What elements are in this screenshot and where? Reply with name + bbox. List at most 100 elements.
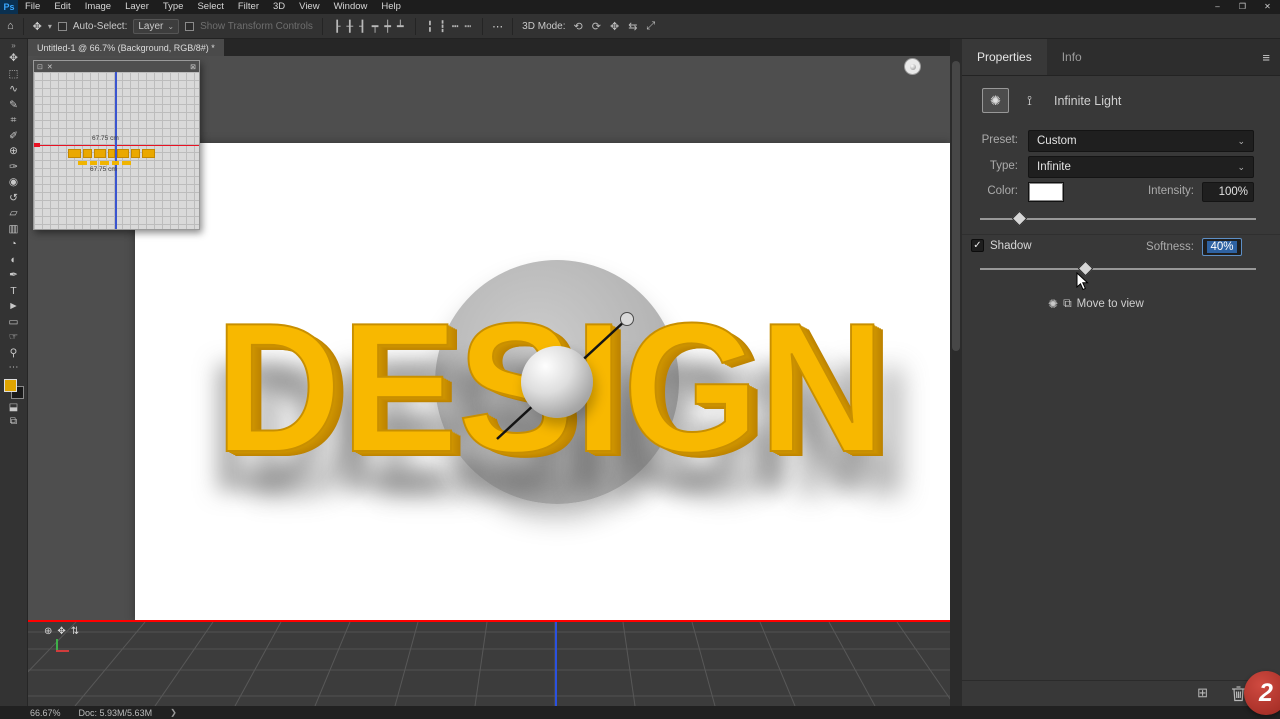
brush-tool[interactable]: ✑ — [2, 160, 26, 176]
intensity-slider[interactable] — [980, 218, 1256, 220]
more-options-icon[interactable]: ⋯ — [492, 20, 503, 33]
quick-mask-icon[interactable]: ⬓ — [2, 401, 26, 415]
type-tool[interactable]: T — [2, 284, 26, 300]
shape-tool[interactable]: ▭ — [2, 315, 26, 331]
menu-item[interactable]: View — [292, 0, 326, 14]
menu-item[interactable]: Window — [327, 0, 375, 14]
more-tools-icon[interactable]: ⋯ — [2, 361, 26, 375]
vertical-scrollbar[interactable] — [950, 39, 962, 706]
secondary-view-panel-icon[interactable]: ⊡ — [37, 63, 43, 71]
align-middle-icon[interactable]: ┿ — [382, 20, 393, 33]
light-widget-sphere[interactable] — [521, 346, 593, 418]
move-to-view-label: Move to view — [1077, 298, 1144, 310]
hand-tool[interactable]: ☞ — [2, 330, 26, 346]
ground-axis-widget[interactable]: ⊕ ✥ ⇅ — [44, 626, 79, 637]
screen-mode-icon[interactable]: ⧉ — [2, 415, 26, 429]
menu-item[interactable]: Type — [156, 0, 191, 14]
tab-info[interactable]: Info — [1047, 39, 1097, 75]
eraser-tool[interactable]: ▱ — [2, 206, 26, 222]
menu-item[interactable]: Select — [190, 0, 230, 14]
zoom-level-field[interactable]: 66.67% — [30, 708, 61, 718]
move-axis-icon[interactable]: ✥ — [57, 626, 65, 637]
intensity-slider-thumb[interactable] — [1012, 211, 1028, 227]
point-light-icon[interactable]: ⟟ — [1016, 88, 1043, 113]
clone-stamp-tool[interactable]: ◉ — [2, 175, 26, 191]
softness-value-field[interactable]: 40% — [1202, 238, 1242, 256]
zoom-tool[interactable]: ⚲ — [2, 346, 26, 362]
menu-item[interactable]: File — [18, 0, 47, 14]
menu-item[interactable]: 3D — [266, 0, 292, 14]
distribute-left-icon[interactable]: ┅ — [450, 20, 461, 33]
document-tab[interactable]: Untitled-1 @ 66.7% (Background, RGB/8#) … — [28, 39, 224, 56]
auto-select-checkbox[interactable] — [58, 22, 67, 31]
slide-3d-icon[interactable]: ⇆ — [626, 20, 639, 33]
panel-menu-icon[interactable]: ≡ — [1262, 50, 1280, 65]
home-icon[interactable]: ⌂ — [7, 20, 14, 32]
secondary-view-grid-icon[interactable]: ⊠ — [190, 63, 196, 71]
document-canvas[interactable]: DESIGN — [135, 143, 950, 621]
blur-tool[interactable]: ◔ — [2, 237, 26, 253]
healing-brush-tool[interactable]: ⊕ — [2, 144, 26, 160]
status-options-icon[interactable]: ❯ — [170, 708, 177, 717]
updown-axis-icon[interactable]: ⇅ — [71, 626, 79, 637]
align-bottom-icon[interactable]: ┷ — [395, 20, 406, 33]
minimap-measurement-bottom: 67.75 cm — [90, 166, 117, 173]
toolbar-collapse-icon[interactable]: » — [11, 40, 15, 51]
globe-icon[interactable]: ⊕ — [44, 626, 52, 637]
move-tool[interactable]: ✥ — [2, 51, 26, 67]
softness-slider[interactable] — [980, 268, 1256, 270]
align-top-icon[interactable]: ┯ — [370, 20, 381, 33]
foreground-color-swatch[interactable] — [4, 379, 17, 392]
roll-3d-icon[interactable]: ⟳ — [590, 20, 603, 33]
menu-item[interactable]: Image — [78, 0, 118, 14]
crop-tool[interactable]: ⌗ — [2, 113, 26, 129]
path-selection-tool[interactable]: ► — [2, 299, 26, 315]
scale-3d-icon[interactable]: ⤢ — [644, 20, 657, 33]
dodge-tool[interactable]: ◐ — [2, 253, 26, 269]
type-dropdown[interactable]: Infinite ⌄ — [1028, 156, 1254, 178]
align-right-icon[interactable]: ┨ — [357, 20, 368, 33]
gradient-tool[interactable]: ▥ — [2, 222, 26, 238]
pen-tool[interactable]: ✒ — [2, 268, 26, 284]
orbit-3d-icon[interactable]: ⟲ — [572, 20, 585, 33]
close-button[interactable]: ✕ — [1255, 0, 1280, 14]
lasso-tool[interactable]: ∿ — [2, 82, 26, 98]
scrollbar-thumb[interactable] — [952, 61, 960, 351]
preset-dropdown[interactable]: Custom ⌄ — [1028, 130, 1254, 152]
align-center-h-icon[interactable]: ╂ — [345, 20, 356, 33]
shadow-checkbox[interactable]: ✓ — [971, 239, 984, 252]
auto-select-dropdown[interactable]: Layer ⌄ — [133, 19, 179, 34]
minimap-red-tick — [34, 143, 40, 147]
infinite-light-icon[interactable]: ✺ — [982, 88, 1009, 113]
tool-preset-caret-icon[interactable]: ▾ — [48, 22, 52, 31]
panel-title: Infinite Light — [1054, 94, 1121, 108]
add-to-library-icon[interactable]: ⊞ — [1197, 685, 1208, 701]
light-color-swatch[interactable] — [1028, 182, 1064, 202]
secondary-view-header[interactable]: ⊡ ✕ ⊠ — [34, 61, 199, 72]
history-brush-tool[interactable]: ↺ — [2, 191, 26, 207]
intensity-label: Intensity: — [1138, 185, 1194, 197]
quick-selection-tool[interactable]: ✎ — [2, 98, 26, 114]
color-swatches[interactable] — [4, 379, 24, 399]
marquee-tool[interactable]: ⬚ — [2, 67, 26, 83]
move-to-view-button[interactable]: ✺ ⧉ Move to view — [1048, 296, 1144, 311]
distribute-vertical-icon[interactable]: ╏ — [425, 20, 436, 33]
menu-item[interactable]: Layer — [118, 0, 156, 14]
move-tool-icon[interactable]: ✥ — [33, 20, 42, 33]
align-left-icon[interactable]: ┠ — [332, 20, 343, 33]
distribute-horizontal-icon[interactable]: ┇ — [437, 20, 448, 33]
distribute-top-icon[interactable]: ┉ — [463, 20, 474, 33]
canvas-viewport[interactable]: ⊡ ✕ ⊠ — [28, 56, 950, 706]
orbit-view-widget[interactable] — [904, 58, 921, 75]
drag-3d-icon[interactable]: ✥ — [608, 20, 621, 33]
minimize-button[interactable]: – — [1205, 0, 1230, 14]
intensity-value-field[interactable]: 100% — [1202, 182, 1254, 202]
show-transform-checkbox[interactable] — [185, 22, 194, 31]
tab-properties[interactable]: Properties — [962, 39, 1047, 75]
menu-item[interactable]: Help — [374, 0, 408, 14]
eyedropper-tool[interactable]: ✐ — [2, 129, 26, 145]
menu-item[interactable]: Filter — [231, 0, 266, 14]
maximize-button[interactable]: ❐ — [1230, 0, 1255, 14]
secondary-view-close-icon[interactable]: ✕ — [47, 63, 53, 71]
menu-item[interactable]: Edit — [47, 0, 77, 14]
